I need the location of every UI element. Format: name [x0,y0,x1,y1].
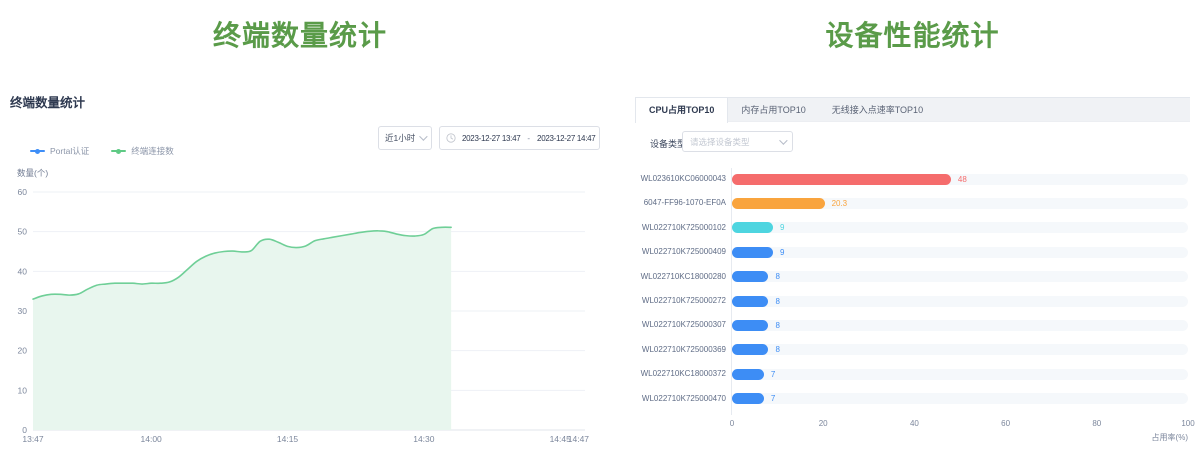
tab-bar: CPU占用TOP10内存占用TOP10无线接入点速率TOP10 [635,97,1190,122]
bar-track [732,296,1188,307]
bar [732,393,764,404]
bar [732,174,951,185]
svg-text:30: 30 [18,306,28,316]
date-range-picker[interactable]: 2023-12-27 13:47 - 2023-12-27 14:47 [439,126,600,150]
bar [732,369,764,380]
bar-value: 9 [780,223,784,232]
svg-text:60: 60 [18,187,28,197]
bar [732,198,825,209]
svg-text:14:15: 14:15 [277,434,299,444]
svg-text:50: 50 [18,227,28,237]
legend-item[interactable]: 终端连接数 [111,145,174,157]
device-type-select[interactable]: 请选择设备类型 [682,131,793,152]
bar-track [732,271,1188,282]
device-type-placeholder: 请选择设备类型 [690,136,750,148]
svg-text:14:47: 14:47 [568,434,590,444]
bar-value: 20.3 [832,199,848,208]
bar-track [732,393,1188,404]
tab-0[interactable]: CPU占用TOP10 [635,98,728,123]
bar-track [732,247,1188,258]
bar-value: 8 [775,272,779,281]
legend-label: 终端连接数 [131,145,174,157]
device-label: WL022710K725000307 [635,320,726,329]
clock-icon [446,133,456,143]
bar [732,222,773,233]
bar-track [732,222,1188,233]
bar-value: 8 [775,297,779,306]
bar [732,320,768,331]
bar-value: 9 [780,248,784,257]
bar [732,271,768,282]
date-separator: - [527,134,530,143]
device-label: WL022710KC18000280 [635,272,726,281]
device-label: WL022710KC18000372 [635,369,726,378]
x-tick: 20 [819,419,828,428]
bar [732,296,768,307]
device-label: 6047-FF96-1070-EF0A [635,198,726,207]
bar-value: 8 [775,321,779,330]
x-axis-name: 占用率(%) [635,432,1188,443]
terminal-count-panel: 终端数量统计 终端数量统计 近1小时 2023-12-27 13:47 - 20… [0,0,600,456]
x-tick: 80 [1092,419,1101,428]
right-section-title: 设备性能统计 [635,14,1190,54]
svg-text:14:00: 14:00 [141,434,163,444]
legend-label: Portal认证 [50,145,89,157]
bar-value: 48 [958,175,967,184]
dashboard: 终端数量统计 终端数量统计 近1小时 2023-12-27 13:47 - 20… [0,0,1200,456]
line-chart: 010203040506013:4714:0014:1514:3014:4514… [0,160,600,456]
x-tick: 60 [1001,419,1010,428]
date-start[interactable]: 2023-12-27 13:47 [462,134,520,143]
chevron-down-icon [419,132,427,140]
device-label: WL022710K725000409 [635,247,726,256]
bar-track [732,320,1188,331]
svg-text:10: 10 [18,385,28,395]
time-range-select[interactable]: 近1小时 [378,126,432,150]
date-end[interactable]: 2023-12-27 14:47 [537,134,595,143]
svg-text:13:47: 13:47 [22,434,44,444]
device-type-label: 设备类型 [650,137,686,150]
chart-legend: Portal认证 终端连接数 [30,145,174,157]
time-range-value: 近1小时 [385,132,415,144]
device-label: WL022710K725000369 [635,345,726,354]
left-panel-header: 终端数量统计 [10,92,85,111]
x-tick: 0 [730,419,734,428]
tab-2[interactable]: 无线接入点速率TOP10 [819,98,936,123]
svg-text:14:30: 14:30 [413,434,435,444]
legend-item[interactable]: Portal认证 [30,145,89,157]
legend-line-dot-icon [111,150,126,152]
device-label: WL022710K725000102 [635,223,726,232]
x-tick: 40 [910,419,919,428]
x-tick: 100 [1181,419,1194,428]
bar-value: 8 [775,345,779,354]
bar-track [732,344,1188,355]
svg-text:20: 20 [18,346,28,356]
chevron-down-icon [779,136,787,144]
device-label: WL022710K725000272 [635,296,726,305]
bar [732,247,773,258]
legend-line-dot-icon [30,150,45,152]
svg-text:40: 40 [18,266,28,276]
bar-track [732,369,1188,380]
left-section-title: 终端数量统计 [0,14,600,54]
bar [732,344,768,355]
bar-value: 7 [771,370,775,379]
bar-value: 7 [771,394,775,403]
device-label: WL022710K725000470 [635,394,726,403]
device-performance-panel: 设备性能统计 CPU占用TOP10内存占用TOP10无线接入点速率TOP10 设… [635,0,1190,456]
tab-1[interactable]: 内存占用TOP10 [728,98,818,123]
device-label: WL023610KC06000043 [635,174,726,183]
